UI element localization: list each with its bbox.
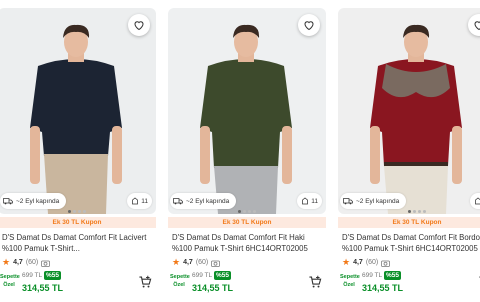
product-card[interactable]: ~2 Eyl kapında 1 Ek 30 TL Kupon D'S Dama… [338,0,480,302]
carousel-dot[interactable] [418,210,421,213]
coupon-badge: Ek 30 TL Kupon [0,217,156,228]
carousel-dot[interactable] [253,210,256,213]
coupon-badge: Ek 30 TL Kupon [168,217,326,228]
carousel-dot[interactable] [238,210,241,213]
add-to-cart-button[interactable] [308,275,322,289]
product-grid: ~2 Eyl kapında 11 Ek 30 TL Kupon D'S Dam… [0,0,480,302]
carousel-dot[interactable] [413,210,416,213]
image-carousel-dots[interactable] [338,210,480,213]
model-photo [30,24,122,214]
carousel-dot[interactable] [73,210,76,213]
carousel-dot[interactable] [78,210,81,213]
camera-icon [381,260,391,267]
favorite-button[interactable] [128,14,150,36]
new-price: 314,55 TL [22,283,64,293]
rating-count: (60) [25,259,39,266]
coupon-badge: Ek 30 TL Kupon [338,217,480,228]
carousel-dot[interactable] [68,210,71,213]
product-rating[interactable]: ★ 4,7 (60) [342,257,391,268]
old-price: 699 TL [362,272,383,279]
rating-count: (60) [195,259,209,266]
product-title[interactable]: D'S Damat Ds Damat Comfort Fit Lacivert … [2,232,154,254]
stock-badge: 11 [127,193,152,209]
rating-score: 4,7 [183,259,193,266]
star-icon: ★ [172,257,181,267]
product-image[interactable] [0,8,156,214]
new-price: 314,55 TL [192,283,234,293]
old-price: 699 TL [192,272,213,279]
stock-count: 11 [141,197,148,205]
model-photo [200,24,292,214]
new-price: 314,55 TL [362,283,404,293]
star-icon: ★ [342,257,351,267]
image-carousel-dots[interactable] [168,210,326,213]
add-to-cart-button[interactable] [138,275,152,289]
carousel-dot[interactable] [408,210,411,213]
truck-icon [343,198,353,205]
product-image[interactable] [168,8,326,214]
discount-badge: %55 [44,271,62,280]
shipping-text: ~2 Eyl kapında [16,197,60,205]
stock-badge: 1 [470,193,480,209]
shipping-text: ~2 Eyl kapında [356,197,400,205]
product-rating[interactable]: ★ 4,7 (60) [2,257,51,268]
basket-special-label: Sepette Özel [0,274,20,288]
shipping-badge: ~2 Eyl kapında [0,193,67,209]
image-carousel-dots[interactable] [0,210,156,213]
rating-score: 4,7 [13,259,23,266]
heart-icon [134,21,144,31]
shipping-badge: ~2 Eyl kapında [170,193,237,209]
carousel-dot[interactable] [83,210,86,213]
product-card[interactable]: ~2 Eyl kapında 11 Ek 30 TL Kupon D'S Dam… [0,0,156,302]
product-title[interactable]: D'S Damat Ds Damat Comfort Fit Bordo %10… [342,232,480,254]
discount-badge: %55 [384,271,402,280]
product-title[interactable]: D'S Damat Ds Damat Comfort Fit Haki %100… [172,232,324,254]
carousel-dot[interactable] [243,210,246,213]
carousel-dot[interactable] [423,210,426,213]
product-rating[interactable]: ★ 4,7 (60) [172,257,221,268]
discount-badge: %55 [214,271,232,280]
product-card[interactable]: ~2 Eyl kapında 11 Ek 30 TL Kupon D'S Dam… [168,0,326,302]
camera-icon [211,260,221,267]
rating-count: (60) [365,259,379,266]
rating-score: 4,7 [353,259,363,266]
stock-count: 11 [311,197,318,205]
stock-icon [475,197,480,205]
stock-icon [302,197,309,205]
shipping-badge: ~2 Eyl kapında [340,193,407,209]
camera-icon [41,260,51,267]
truck-icon [3,198,13,205]
basket-special-label: Sepette Özel [170,274,190,288]
model-photo [370,24,462,214]
basket-special-label: Sepette Özel [340,274,360,288]
product-image[interactable] [338,8,480,214]
truck-icon [173,198,183,205]
stock-icon [132,197,139,205]
star-icon: ★ [2,257,11,267]
shipping-text: ~2 Eyl kapında [186,197,230,205]
stock-badge: 11 [297,193,322,209]
carousel-dot[interactable] [248,210,251,213]
old-price: 699 TL [22,272,43,279]
heart-icon [474,21,480,31]
favorite-button[interactable] [298,14,320,36]
heart-icon [304,21,314,31]
